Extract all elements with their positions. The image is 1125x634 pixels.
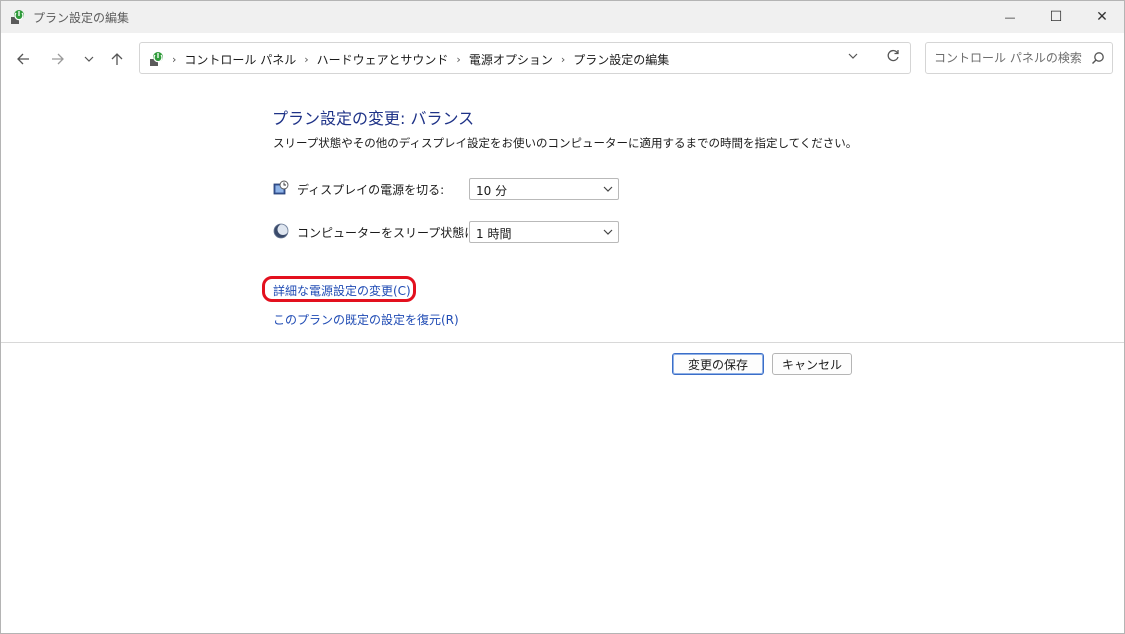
breadcrumb-separator-icon: › bbox=[172, 53, 177, 66]
restore-defaults-link[interactable]: このプランの既定の設定を復元(R) bbox=[273, 311, 459, 328]
chevron-down-icon bbox=[603, 186, 613, 192]
refresh-icon bbox=[887, 49, 899, 62]
display-off-label: ディスプレイの電源を切る: bbox=[297, 183, 445, 197]
navigation-bar: › コントロール パネル › ハードウェアとサウンド › 電源オプション › プ… bbox=[1, 33, 1124, 85]
chevron-down-icon bbox=[603, 229, 613, 235]
chevron-down-icon bbox=[84, 56, 94, 62]
minimize-icon: — bbox=[1004, 10, 1016, 24]
breadcrumb-item-power-options[interactable]: 電源オプション bbox=[469, 51, 553, 68]
refresh-button[interactable] bbox=[886, 49, 900, 67]
window: プラン設定の編集 — ☐ ✕ › コントロール パネル › ハードウェアとサウン… bbox=[0, 0, 1125, 634]
sleep-select[interactable]: 1 時間 bbox=[469, 221, 619, 243]
page-description: スリープ状態やその他のディスプレイ設定をお使いのコンピューターに適用するまでの時… bbox=[273, 136, 858, 150]
close-icon: ✕ bbox=[1096, 9, 1108, 25]
forward-button[interactable] bbox=[46, 47, 70, 71]
display-clock-icon bbox=[273, 180, 289, 195]
breadcrumb-item-edit-plan[interactable]: プラン設定の編集 bbox=[573, 51, 669, 68]
address-bar[interactable]: › コントロール パネル › ハードウェアとサウンド › 電源オプション › プ… bbox=[139, 42, 911, 74]
minimize-button[interactable]: — bbox=[987, 1, 1033, 33]
breadcrumb-separator-icon: › bbox=[456, 53, 461, 66]
recent-locations-button[interactable] bbox=[77, 47, 101, 71]
close-button[interactable]: ✕ bbox=[1079, 1, 1125, 33]
window-title: プラン設定の編集 bbox=[33, 11, 130, 25]
maximize-button[interactable]: ☐ bbox=[1033, 1, 1079, 33]
search-icon bbox=[1092, 52, 1104, 64]
search-box[interactable] bbox=[925, 42, 1113, 74]
title-bar: プラン設定の編集 — ☐ ✕ bbox=[1, 1, 1124, 33]
display-off-value: 10 分 bbox=[476, 184, 508, 198]
arrow-right-icon bbox=[52, 53, 64, 65]
arrow-left-icon bbox=[17, 53, 29, 65]
breadcrumb-item-hardware-sound[interactable]: ハードウェアとサウンド bbox=[317, 51, 449, 68]
main-content: プラン設定の変更: バランス スリープ状態やその他のディスプレイ設定をお使いのコ… bbox=[1, 85, 1124, 633]
control-panel-icon bbox=[150, 52, 163, 66]
breadcrumb: › コントロール パネル › ハードウェアとサウンド › 電源オプション › プ… bbox=[172, 51, 669, 68]
cancel-button[interactable]: キャンセル bbox=[772, 353, 852, 375]
up-button[interactable] bbox=[105, 47, 129, 71]
moon-sleep-icon bbox=[273, 223, 289, 239]
advanced-power-settings-link[interactable]: 詳細な電源設定の変更(C) bbox=[273, 282, 411, 299]
breadcrumb-item-control-panel[interactable]: コントロール パネル bbox=[184, 51, 296, 68]
breadcrumb-separator-icon: › bbox=[304, 53, 309, 66]
arrow-up-icon bbox=[111, 53, 123, 65]
address-history-button[interactable] bbox=[848, 51, 858, 64]
page-title: プラン設定の変更: バランス bbox=[272, 109, 475, 128]
power-options-icon bbox=[11, 10, 24, 24]
chevron-down-icon bbox=[848, 53, 858, 59]
save-changes-button[interactable]: 変更の保存 bbox=[672, 353, 764, 375]
back-button[interactable] bbox=[11, 47, 35, 71]
display-off-select[interactable]: 10 分 bbox=[469, 178, 619, 200]
breadcrumb-separator-icon: › bbox=[560, 53, 566, 66]
maximize-icon: ☐ bbox=[1049, 9, 1063, 25]
sleep-value: 1 時間 bbox=[476, 227, 512, 241]
divider bbox=[1, 342, 1124, 343]
search-input[interactable] bbox=[934, 50, 1084, 66]
